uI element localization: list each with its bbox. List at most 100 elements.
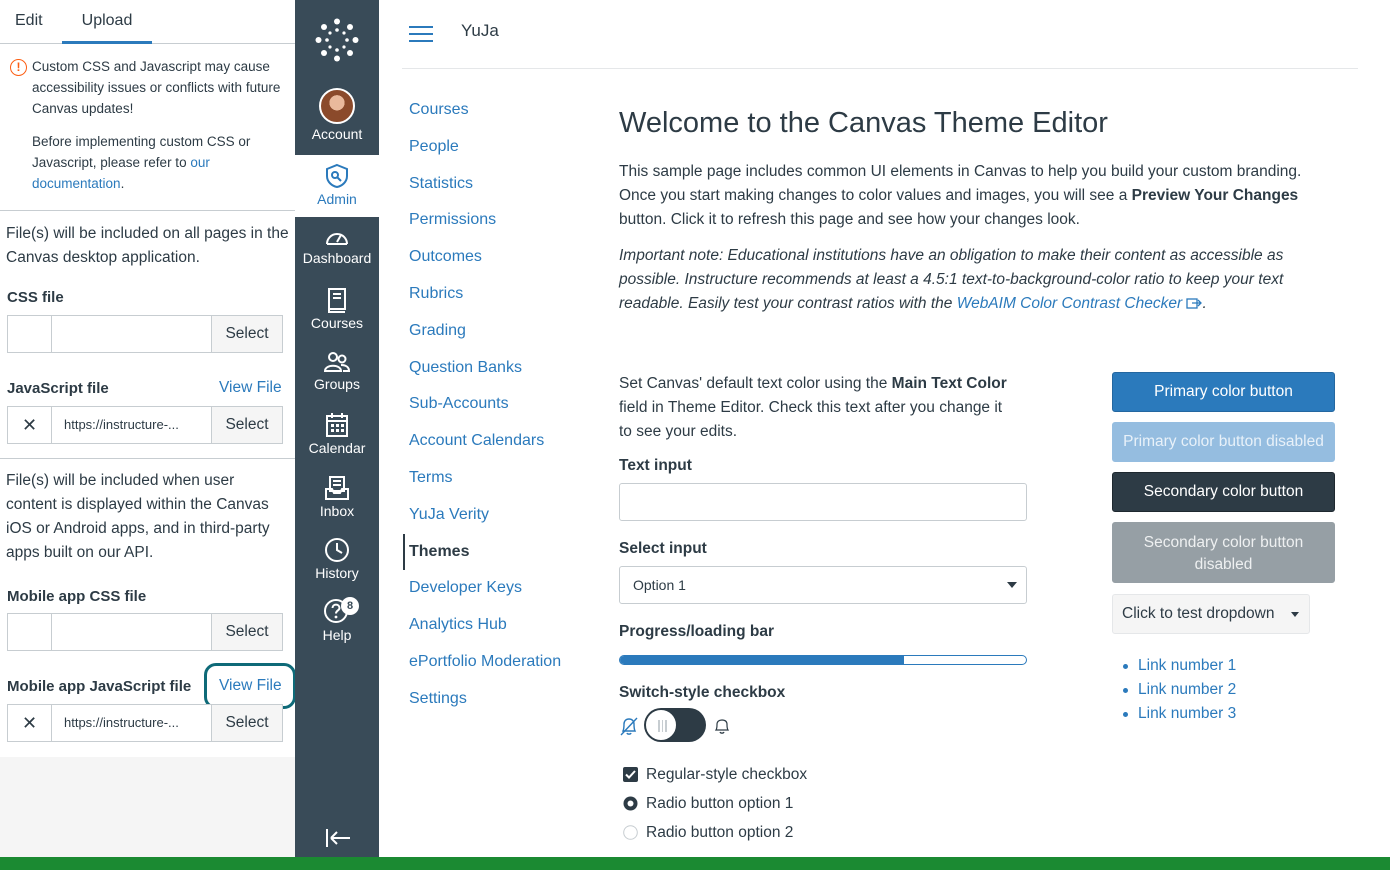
- nav-admin[interactable]: Admin: [295, 155, 379, 217]
- sub-nav-grading[interactable]: Grading: [409, 322, 466, 340]
- desktop-info-text: File(s) will be included on all pages in…: [6, 225, 289, 266]
- js-file-select-button[interactable]: Select: [212, 407, 282, 443]
- mobile-css-select-button[interactable]: Select: [212, 614, 282, 650]
- checkbox-label: Regular-style checkbox: [646, 766, 808, 783]
- tab-edit[interactable]: Edit: [15, 0, 43, 44]
- intro-paragraph: This sample page includes common UI elem…: [619, 163, 1302, 228]
- sub-nav-eportfolio-moderation[interactable]: ePortfolio Moderation: [409, 653, 561, 671]
- link-list: Link number 1 Link number 2 Link number …: [1120, 655, 1236, 727]
- nav-account[interactable]: Account: [295, 88, 379, 150]
- sub-nav-terms[interactable]: Terms: [409, 469, 453, 487]
- select-input-label: Select input: [619, 540, 707, 557]
- select-input[interactable]: Option 1: [619, 566, 1027, 604]
- css-file-path: [52, 316, 212, 352]
- nav-inbox-label: Inbox: [319, 503, 355, 519]
- canvas-logo-icon[interactable]: [315, 18, 359, 62]
- sub-nav-developer-keys[interactable]: Developer Keys: [409, 579, 522, 597]
- switch-track[interactable]: [644, 708, 706, 742]
- caret-down-icon: [1291, 612, 1299, 617]
- nav-dashboard-label: Dashboard: [302, 250, 372, 266]
- warning-docs-text: Before implementing custom CSS or Javasc…: [32, 134, 251, 191]
- radio-option-2-label: Radio button option 2: [646, 824, 794, 841]
- text-input-label: Text input: [619, 457, 692, 474]
- primary-button[interactable]: Primary color button: [1112, 372, 1335, 412]
- nav-help[interactable]: 8 Help: [295, 597, 379, 659]
- help-count-badge: 8: [341, 597, 359, 615]
- mobile-js-remove-file-button[interactable]: ✕: [8, 705, 52, 741]
- text-input[interactable]: [619, 483, 1027, 521]
- mobile-css-file-label: Mobile app CSS file: [7, 588, 147, 605]
- secondary-button[interactable]: Secondary color button: [1112, 472, 1335, 512]
- js-remove-file-button[interactable]: ✕: [8, 407, 52, 443]
- switch-checkbox[interactable]: [619, 708, 749, 744]
- page-title: Welcome to the Canvas Theme Editor: [619, 107, 1108, 139]
- sub-nav-account-calendars[interactable]: Account Calendars: [409, 432, 544, 450]
- sub-nav-permissions[interactable]: Permissions: [409, 211, 496, 229]
- js-view-file-link[interactable]: View File: [219, 379, 282, 397]
- list-item: Link number 3: [1120, 703, 1236, 727]
- webaim-link[interactable]: WebAIM Color Contrast Checker: [957, 295, 1182, 312]
- sub-nav-settings[interactable]: Settings: [409, 690, 467, 708]
- nav-help-label: Help: [322, 627, 352, 643]
- link-number-1[interactable]: Link number 1: [1138, 657, 1236, 674]
- sub-nav-question-banks[interactable]: Question Banks: [409, 359, 522, 377]
- sub-nav-outcomes[interactable]: Outcomes: [409, 248, 482, 266]
- nav-courses-label: Courses: [310, 315, 364, 331]
- mobile-js-file-picker: ✕ https://instructure-... Select: [7, 704, 283, 742]
- checkbox-checked-icon[interactable]: [623, 767, 638, 782]
- sub-nav-analytics-hub[interactable]: Analytics Hub: [409, 616, 507, 634]
- accessibility-note: Important note: Educational institutions…: [619, 247, 1284, 312]
- switch-knob: [645, 709, 677, 741]
- collapse-nav-icon[interactable]: [325, 828, 351, 848]
- mobile-css-empty-slot: [8, 614, 52, 650]
- hamburger-menu-icon[interactable]: [409, 26, 433, 43]
- dashboard-icon: [326, 233, 348, 245]
- nav-dashboard[interactable]: Dashboard: [295, 226, 379, 288]
- nav-history[interactable]: History: [295, 537, 379, 599]
- nav-calendar[interactable]: Calendar: [295, 412, 379, 474]
- select-value: Option 1: [633, 577, 686, 593]
- radio-unselected-icon[interactable]: [623, 825, 638, 840]
- progress-label: Progress/loading bar: [619, 623, 775, 640]
- nav-calendar-label: Calendar: [308, 440, 366, 456]
- warning-icon: !: [10, 59, 27, 76]
- sub-nav-people[interactable]: People: [409, 138, 459, 156]
- test-dropdown-button[interactable]: Click to test dropdown: [1112, 594, 1310, 634]
- header-divider: [402, 68, 1358, 69]
- nav-groups[interactable]: Groups: [295, 350, 379, 412]
- css-file-select-button[interactable]: Select: [212, 316, 282, 352]
- nav-groups-label: Groups: [314, 376, 360, 392]
- mobile-css-file-picker: Select: [7, 613, 283, 651]
- tab-upload[interactable]: Upload: [62, 0, 152, 44]
- js-file-picker: ✕ https://instructure-... Select: [7, 406, 283, 444]
- sub-nav-sub-accounts[interactable]: Sub-Accounts: [409, 395, 509, 413]
- sub-nav-statistics[interactable]: Statistics: [409, 175, 473, 193]
- breadcrumb[interactable]: YuJa: [461, 21, 499, 41]
- sub-nav-courses[interactable]: Courses: [409, 101, 469, 119]
- bell-off-icon: [620, 717, 638, 736]
- groups-icon: [323, 352, 351, 372]
- link-number-3[interactable]: Link number 3: [1138, 705, 1236, 722]
- active-indicator: [403, 534, 405, 570]
- chevron-down-icon: [1007, 582, 1017, 588]
- warning-text: Custom CSS and Javascript may cause acce…: [32, 59, 281, 116]
- mobile-js-view-file-link[interactable]: View File: [219, 677, 282, 695]
- radio-selected-icon[interactable]: [623, 796, 638, 811]
- css-file-empty-slot: [8, 316, 52, 352]
- test-dropdown-label: Click to test dropdown: [1122, 605, 1275, 622]
- link-number-2[interactable]: Link number 2: [1138, 681, 1236, 698]
- css-file-picker: Select: [7, 315, 283, 353]
- sub-nav-themes[interactable]: Themes: [409, 543, 469, 561]
- book-icon: [328, 288, 346, 313]
- theme-editor-panel: Edit Upload ! Custom CSS and Javascript …: [0, 0, 296, 857]
- mobile-js-select-button[interactable]: Select: [212, 705, 282, 741]
- js-file-label: JavaScript file: [7, 380, 109, 397]
- mobile-js-file-label: Mobile app JavaScript file: [7, 678, 192, 695]
- editor-tabs: Edit Upload: [0, 0, 295, 44]
- nav-admin-label: Admin: [317, 191, 357, 207]
- switch-label: Switch-style checkbox: [619, 684, 786, 701]
- nav-courses[interactable]: Courses: [295, 287, 379, 349]
- sub-nav-rubrics[interactable]: Rubrics: [409, 285, 463, 303]
- sub-nav-yuja-verity[interactable]: YuJa Verity: [409, 506, 489, 524]
- nav-inbox[interactable]: Inbox: [295, 475, 379, 537]
